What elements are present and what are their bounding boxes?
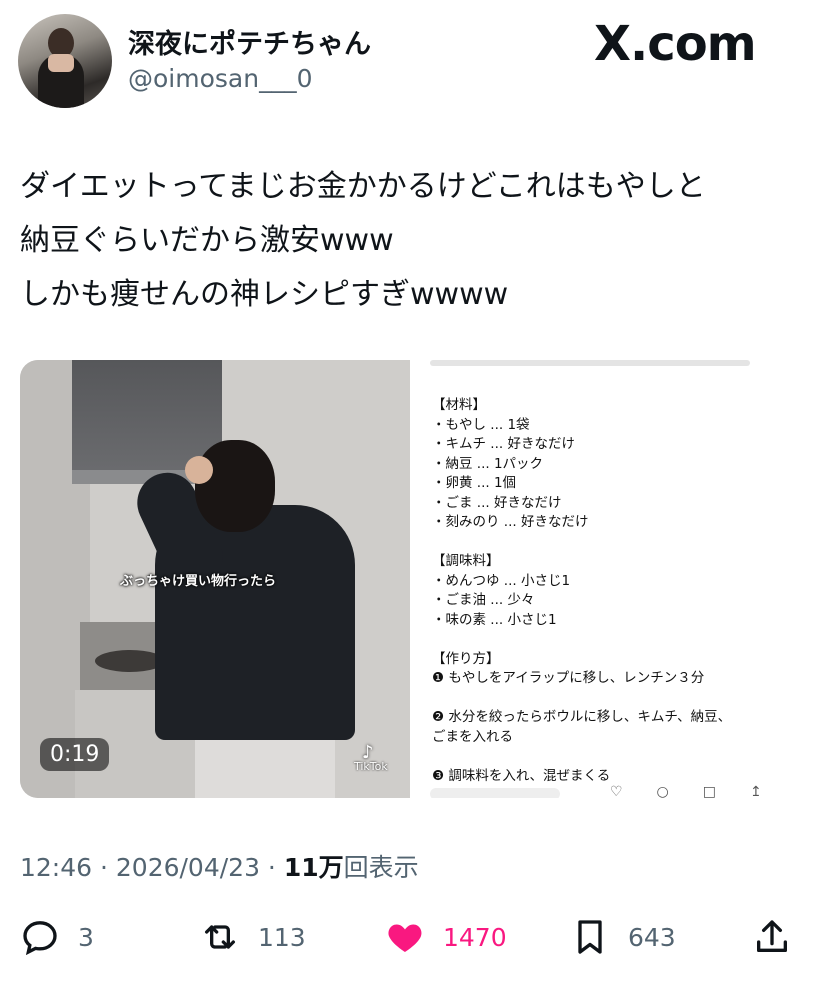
- recipe-line: [432, 533, 731, 553]
- tweet-line: しかも痩せんの神レシピすぎwwww: [20, 277, 509, 312]
- view-count-label: 回表示: [343, 853, 419, 882]
- recipe-line: 【調味料】: [432, 553, 500, 569]
- recipe-line: ・ごま油 ... 少々: [432, 592, 535, 608]
- tweet-line: 納豆ぐらいだから激安www: [20, 223, 394, 258]
- reply-icon: [23, 921, 57, 956]
- recipe-line: ごまを入れる: [432, 728, 513, 745]
- author-avatar[interactable]: [18, 14, 112, 108]
- author-display-name[interactable]: 深夜にポテチちゃん: [128, 22, 371, 61]
- recipe-comment-bar: [430, 788, 560, 798]
- recipe-line: ❷ 水分を絞ったらボウルに移し、キムチ、納豆、: [432, 709, 732, 725]
- tweet-meta: 12:46 · 2026/04/23 · 11万回表示: [20, 848, 419, 884]
- share-button[interactable]: [752, 912, 792, 962]
- repost-icon: [205, 925, 235, 949]
- reply-count: 3: [78, 922, 94, 952]
- recipe-line: ・もやし ... 1袋: [432, 416, 530, 433]
- author-handle[interactable]: @oimosan___0: [128, 64, 313, 93]
- repost-button[interactable]: 113: [200, 912, 306, 962]
- tweet-text: ダイエットってまじお金かかるけどこれはもやしと 納豆ぐらいだから激安www しか…: [20, 160, 800, 322]
- recipe-line: [432, 747, 731, 767]
- recipe-line: ・納豆 ... 1パック: [432, 455, 544, 472]
- reply-button[interactable]: 3: [20, 912, 94, 962]
- view-count: 11万: [283, 853, 344, 882]
- recipe-line: [432, 630, 731, 650]
- recipe-line: ・卵黄 ... 1個: [432, 475, 517, 491]
- recipe-line: [432, 689, 731, 709]
- bookmark-count: 643: [628, 922, 676, 952]
- like-button[interactable]: 1470: [385, 912, 507, 962]
- tweet-line: ダイエットってまじお金かかるけどこれはもやしと: [20, 169, 706, 204]
- recipe-line: ・めんつゆ ... 小さじ1: [432, 572, 571, 589]
- video-player[interactable]: ぶっちゃけ買い物行ったら ♪ TikTok 0:19: [20, 360, 410, 798]
- recipe-line: ・キムチ ... 好きなだけ: [432, 436, 575, 452]
- recipe-action-icons: ♡○□↥: [610, 784, 796, 798]
- recipe-text: 【材料】・もやし ... 1袋・キムチ ... 好きなだけ ・納豆 ... 1パッ…: [432, 396, 731, 786]
- like-count: 1470: [443, 922, 507, 952]
- video-caption: ぶっちゃけ買い物行ったら: [120, 574, 277, 589]
- repost-count: 113: [258, 922, 306, 952]
- recipe-line: ・ごま ... 好きなだけ: [432, 494, 562, 511]
- video-scene-head: [195, 440, 275, 532]
- heart-icon: [388, 924, 422, 952]
- brand-logo: X.com: [594, 16, 757, 72]
- recipe-line: ・刻みのり ... 好きなだけ: [432, 514, 589, 530]
- bookmark-icon: [578, 920, 602, 954]
- tweet-timestamp[interactable]: 12:46 · 2026/04/23 ·: [20, 853, 284, 882]
- bookmark-button[interactable]: 643: [570, 912, 676, 962]
- share-icon: [757, 920, 787, 952]
- recipe-image[interactable]: 【材料】・もやし ... 1袋・キムチ ... 好きなだけ ・納豆 ... 1パッ…: [410, 360, 800, 798]
- video-scene-hand: [185, 456, 213, 484]
- video-duration-badge: 0:19: [40, 738, 110, 771]
- tweet-media[interactable]: ぶっちゃけ買い物行ったら ♪ TikTok 0:19 【材料】・もやし ... …: [20, 360, 800, 798]
- recipe-header-blur: [430, 360, 750, 366]
- recipe-line: ❶ もやしをアイラップに移し、レンチン３分: [432, 670, 705, 686]
- tiktok-watermark: TikTok: [354, 760, 388, 773]
- recipe-line: 【作り方】: [432, 650, 500, 667]
- avatar-skin-shape: [48, 54, 74, 72]
- recipe-line: 【材料】: [432, 397, 486, 413]
- recipe-line: ・味の素 ... 小さじ1: [432, 611, 557, 628]
